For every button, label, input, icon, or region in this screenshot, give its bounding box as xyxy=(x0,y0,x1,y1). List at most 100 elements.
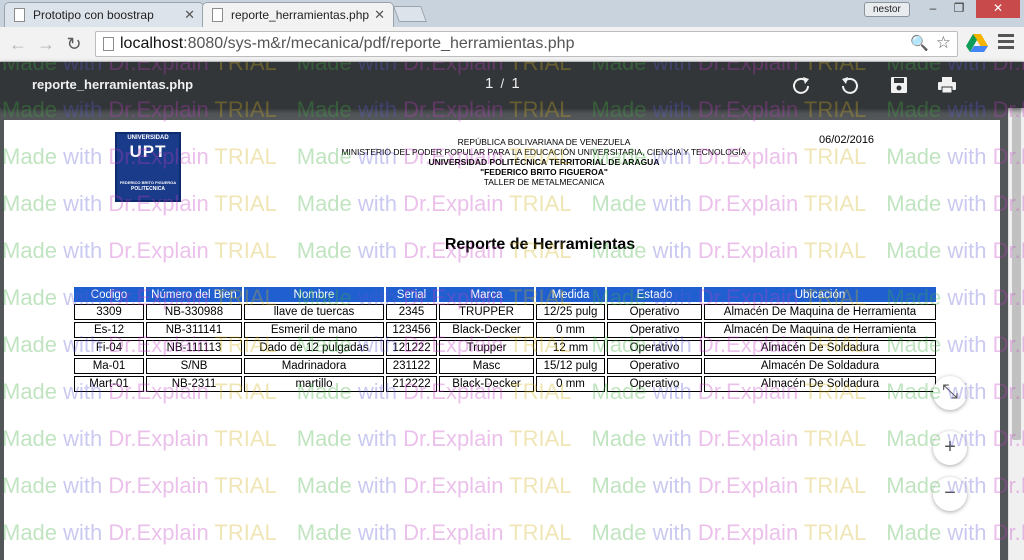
table-cell: Operativo xyxy=(607,322,702,338)
google-drive-icon[interactable] xyxy=(966,33,988,53)
table-cell: llave de tuercas xyxy=(244,304,384,320)
table-cell: NB-330988 xyxy=(146,304,242,320)
tools-table: Codigo Número del Bien Nombre Serial Mar… xyxy=(72,285,938,394)
address-bar[interactable]: localhost:8080/sys-m&r/mecanica/pdf/repo… xyxy=(95,31,958,57)
table-cell: Operativo xyxy=(607,304,702,320)
table-cell: 0 mm xyxy=(536,322,605,338)
page-indicator: 1 / 1 xyxy=(485,75,520,92)
column-header: Medida xyxy=(536,287,605,302)
table-cell: 121222 xyxy=(386,340,437,356)
table-cell: 2345 xyxy=(386,304,437,320)
table-cell: 212222 xyxy=(386,376,437,392)
vertical-scrollbar[interactable] xyxy=(1008,62,1024,560)
table-row: Mart-01 NB-2311 martillo 212222 Black-Decker… xyxy=(74,376,936,392)
pdf-content-area[interactable]: UNIVERSIDAD UPT FEDERICO BRITO FIGUEROA … xyxy=(0,108,1010,560)
tab-reporte[interactable]: reporte_herramientas.php ✕ xyxy=(202,2,394,27)
table-cell: Almacén De Soldadura xyxy=(704,376,936,392)
table-cell: Almacén De Soldadura xyxy=(704,358,936,374)
tab-prototipo[interactable]: Prototipo con boostrap ✕ xyxy=(4,2,204,27)
university-logo: UNIVERSIDAD UPT FEDERICO BRITO FIGUEROA … xyxy=(115,132,181,202)
logo-line-2: UPT xyxy=(129,142,167,161)
table-cell: Madrinadora xyxy=(244,358,384,374)
table-cell: Dado de 12 pulgadas xyxy=(244,340,384,356)
zoom-out-button[interactable]: − xyxy=(933,477,967,511)
table-cell: 15/12 pulg xyxy=(536,358,605,374)
save-icon[interactable] xyxy=(888,74,910,96)
table-cell: 3309 xyxy=(74,304,144,320)
table-cell: 12/25 pulg xyxy=(536,304,605,320)
table-cell: Es-12 xyxy=(74,322,144,338)
table-row: Es-12 NB-311141 Esmeril de mano 123456 Black… xyxy=(74,322,936,338)
minimize-button[interactable]: – xyxy=(920,0,946,18)
column-header: Estado xyxy=(607,287,702,302)
pdf-toolbar: reporte_herramientas.php 1 / 1 xyxy=(0,62,1024,108)
table-cell: Almacén De Soldadura xyxy=(704,340,936,356)
url-text[interactable]: localhost:8080/sys-m&r/mecanica/pdf/repo… xyxy=(120,35,574,53)
table-cell: Operativo xyxy=(607,376,702,392)
table-row: Ma-01 S/NB Madrinadora 231122 Masc 15/12 pulg… xyxy=(74,358,936,374)
browser-toolbar: ← → ↻ localhost:8080/sys-m&r/mecanica/pd… xyxy=(0,27,1024,62)
column-header: Codigo xyxy=(74,287,144,302)
table-cell: NB-311141 xyxy=(146,322,242,338)
url-path: :8080/sys-m&r/mecanica/pdf/reporte_herra… xyxy=(183,35,575,52)
table-cell: S/NB xyxy=(146,358,242,374)
table-row: 3309 NB-330988 llave de tuercas 2345 TRUPPER… xyxy=(74,304,936,320)
table-cell: NB-111113 xyxy=(146,340,242,356)
table-cell: Trupper xyxy=(439,340,534,356)
menu-icon[interactable] xyxy=(998,34,1014,52)
table-cell: Mart-01 xyxy=(74,376,144,392)
restore-button[interactable]: ❐ xyxy=(946,0,972,18)
table-cell: Almacén De Maquina de Herramienta xyxy=(704,322,936,338)
pdf-page: UNIVERSIDAD UPT FEDERICO BRITO FIGUEROA … xyxy=(4,120,1000,560)
table-cell: martillo xyxy=(244,376,384,392)
zoom-icon[interactable]: 🔍 xyxy=(910,34,929,52)
column-header: Número del Bien xyxy=(146,287,242,302)
report-title: Reporte de Herramientas xyxy=(444,236,636,253)
page-separator: / xyxy=(500,76,505,91)
header-line: UNIVERSIDAD POLITÉCNICA TERRITORIAL DE A… xyxy=(428,157,660,167)
rotate-clockwise-icon[interactable] xyxy=(790,74,812,96)
table-cell: TRUPPER xyxy=(439,304,534,320)
star-icon[interactable]: ☆ xyxy=(936,33,951,53)
back-arrow-icon[interactable]: ← xyxy=(8,34,28,54)
header-line: REPÚBLICA BOLIVARIANA DE VENEZUELA xyxy=(457,137,631,147)
table-cell: Masc xyxy=(439,358,534,374)
zoom-in-button[interactable]: + xyxy=(933,431,967,465)
page-icon xyxy=(212,8,223,22)
tab-title: reporte_herramientas.php xyxy=(231,8,370,22)
profile-button[interactable]: nestor xyxy=(864,2,910,17)
column-header: Marca xyxy=(439,287,534,302)
tab-strip: Prototipo con boostrap ✕ reporte_herrami… xyxy=(0,0,1024,27)
logo-line-4: POLITECNICA xyxy=(131,186,165,192)
header-line: TALLER DE METALMECANICA xyxy=(483,177,605,187)
table-cell: Black-Decker xyxy=(439,322,534,338)
page-icon xyxy=(103,37,114,51)
reload-icon[interactable]: ↻ xyxy=(64,34,84,54)
table-cell: Ma-01 xyxy=(74,358,144,374)
table-row: Fi-04 NB-111113 Dado de 12 pulgadas 121222 T… xyxy=(74,340,936,356)
current-page[interactable]: 1 xyxy=(485,75,493,92)
table-cell: Esmeril de mano xyxy=(244,322,384,338)
fit-to-page-icon[interactable]: ⤡ xyxy=(933,376,967,410)
total-pages: 1 xyxy=(511,75,520,92)
scrollbar-thumb[interactable] xyxy=(1012,80,1021,440)
table-cell: 123456 xyxy=(386,322,437,338)
close-icon[interactable]: ✕ xyxy=(184,7,195,23)
window-close-button[interactable]: ✕ xyxy=(976,0,1020,18)
close-icon[interactable]: ✕ xyxy=(374,7,385,23)
new-tab-button[interactable] xyxy=(393,6,427,22)
tab-title: Prototipo con boostrap xyxy=(33,8,154,22)
header-line: MINISTERIO DEL PODER POPULAR PARA LA EDU… xyxy=(341,147,747,157)
header-line: "FEDERICO BRITO FIGUEROA" xyxy=(480,167,608,177)
table-cell: 12 mm xyxy=(536,340,605,356)
table-cell: Fi-04 xyxy=(74,340,144,356)
url-host: localhost xyxy=(120,35,184,52)
print-icon[interactable] xyxy=(936,74,958,96)
rotate-counterclockwise-icon[interactable] xyxy=(839,74,861,96)
forward-arrow-icon[interactable]: → xyxy=(36,34,56,54)
column-header: Ubicación xyxy=(704,287,936,302)
page-icon xyxy=(14,8,25,22)
table-header-row: Codigo Número del Bien Nombre Serial Mar… xyxy=(74,287,936,302)
column-header: Nombre xyxy=(244,287,384,302)
column-header: Serial xyxy=(386,287,437,302)
